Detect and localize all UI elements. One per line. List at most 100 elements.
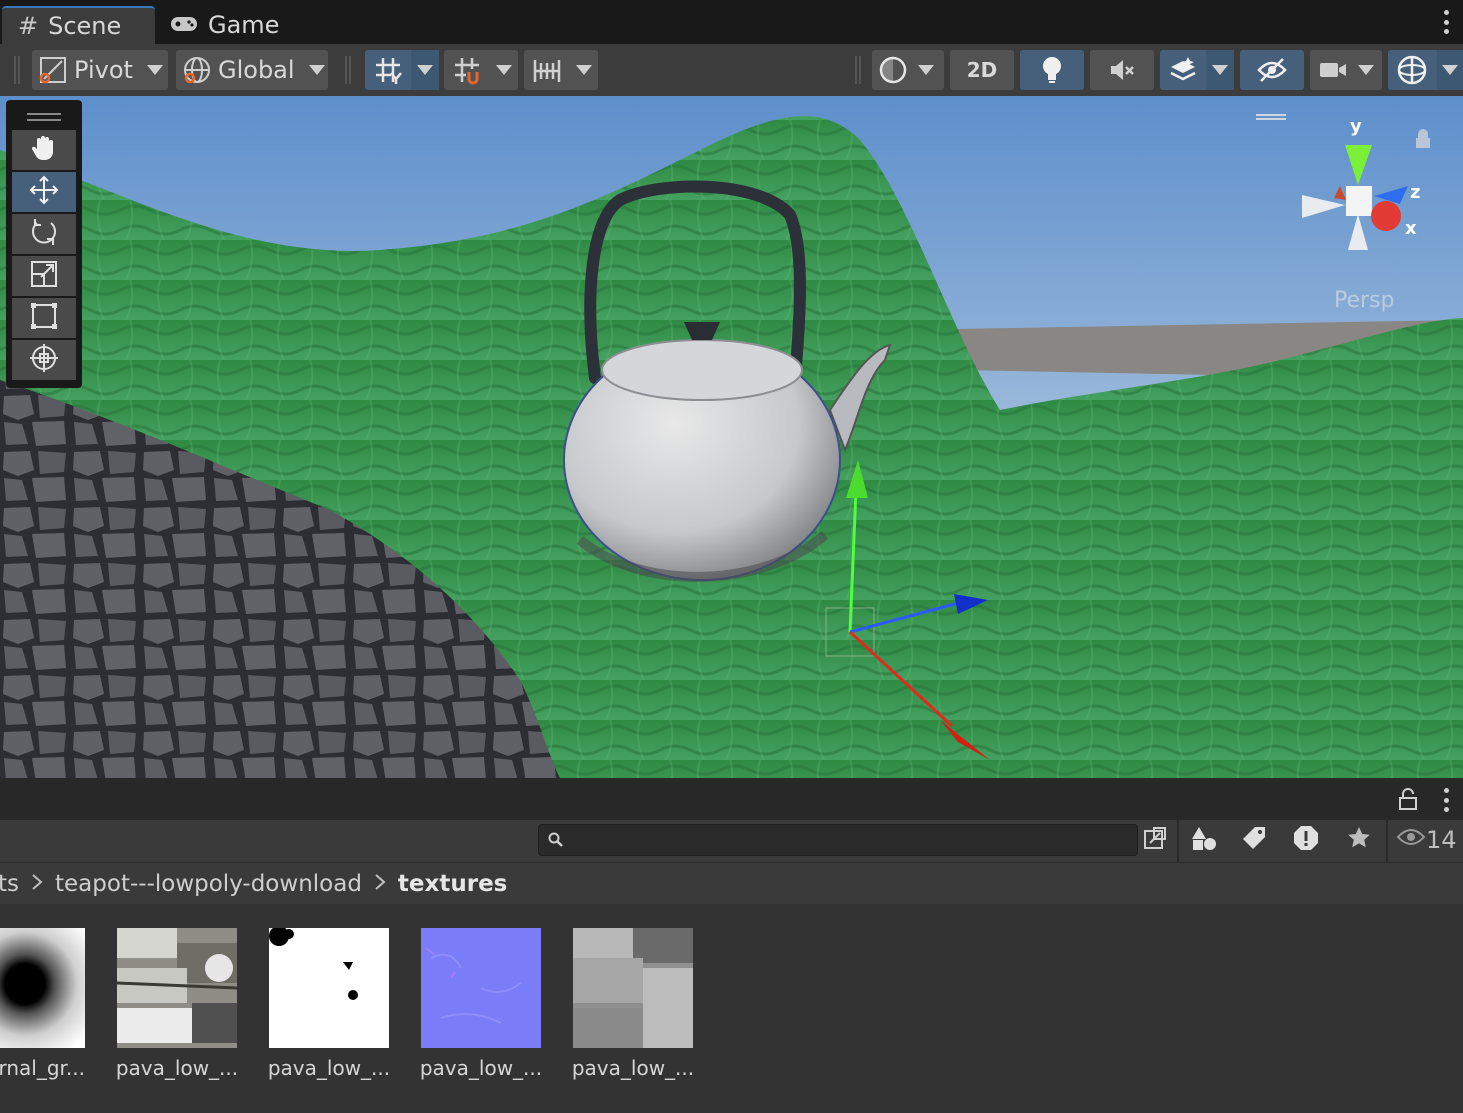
asset-thumbnail[interactable]	[421, 928, 541, 1048]
chevron-right-icon	[374, 871, 386, 897]
hash-icon: #	[18, 12, 39, 40]
rect-tool-button[interactable]	[12, 298, 76, 338]
asset-label: pava_low_...	[571, 1056, 695, 1080]
gizmos-dropdown[interactable]	[1437, 50, 1463, 90]
grid-dropdown[interactable]	[411, 50, 439, 90]
divider	[1386, 820, 1388, 862]
toolbar-grip[interactable]	[14, 56, 20, 84]
scene-toolbar: Pivot Global 2D	[0, 44, 1463, 96]
rotate-icon	[29, 217, 59, 251]
gizmo-axis-z[interactable]: z	[1410, 182, 1420, 203]
open-external-icon	[1142, 825, 1168, 855]
search-by-type-button[interactable]	[1188, 824, 1220, 856]
audio-mute-icon	[1107, 55, 1137, 85]
log-type-filter-button[interactable]	[1290, 824, 1322, 856]
chevron-down-icon	[496, 65, 512, 75]
chevron-down-icon	[1442, 65, 1458, 75]
project-search-input[interactable]	[538, 824, 1138, 856]
increment-snapping-button[interactable]	[524, 50, 598, 90]
star-icon	[1346, 825, 1372, 855]
grid-snap-icon	[452, 55, 482, 85]
global-label: Global	[218, 56, 295, 84]
tab-scene[interactable]: # Scene	[2, 6, 155, 44]
chevron-down-icon	[417, 65, 433, 75]
asset-thumbnail[interactable]	[0, 928, 85, 1048]
scene-visibility-toggle[interactable]	[1240, 50, 1304, 90]
tab-scene-label: Scene	[48, 12, 122, 40]
asset-thumbnail[interactable]	[573, 928, 693, 1048]
chevron-down-icon	[1212, 65, 1228, 75]
transform-icon	[28, 342, 60, 378]
chevron-down-icon	[146, 65, 163, 75]
shading-mode-icon	[878, 55, 908, 85]
asset-label: pava_low_...	[115, 1056, 239, 1080]
visibility-count: 14	[1426, 826, 1457, 854]
search-by-label-button[interactable]	[1238, 824, 1270, 856]
hand-icon	[29, 133, 59, 167]
lighting-toggle[interactable]	[1020, 50, 1084, 90]
hidden-packages-toggle[interactable]: 14	[1396, 826, 1457, 854]
breadcrumb: ts teapot---lowpoly-download textures	[0, 862, 1463, 904]
eye-icon	[1396, 826, 1426, 854]
toolbar-grip[interactable]	[345, 56, 351, 84]
chevron-down-icon	[918, 65, 934, 75]
project-more-options-icon[interactable]	[1443, 788, 1449, 812]
toolbar-grip[interactable]	[855, 56, 861, 84]
chevron-down-icon	[308, 65, 325, 75]
projection-mode-label[interactable]: Persp	[1334, 288, 1395, 313]
draw-mode-dropdown[interactable]	[872, 50, 944, 90]
scale-icon	[29, 259, 59, 293]
toggle-2d-label: 2D	[966, 58, 998, 82]
breadcrumb-item-textures[interactable]: textures	[398, 871, 507, 897]
rect-icon	[29, 301, 59, 335]
search-icon	[547, 831, 565, 853]
favorites-button[interactable]	[1343, 824, 1375, 856]
scene-render	[0, 96, 1463, 778]
lock-icon[interactable]	[1398, 788, 1418, 814]
camera-icon	[1318, 55, 1348, 85]
grid-snapping-button[interactable]	[444, 50, 518, 90]
breadcrumb-item-teapot[interactable]: teapot---lowpoly-download	[55, 871, 362, 897]
hand-tool-button[interactable]	[12, 130, 76, 170]
toggle-2d-button[interactable]: 2D	[950, 50, 1014, 90]
tools-overlay	[6, 100, 82, 388]
more-options-icon[interactable]	[1443, 10, 1449, 34]
warning-icon	[1292, 824, 1320, 856]
effects-toggle[interactable]	[1160, 50, 1234, 90]
asset-thumbnail[interactable]	[117, 928, 237, 1048]
effects-dropdown[interactable]	[1206, 50, 1234, 90]
pivot-label: Pivot	[74, 56, 133, 84]
scene-viewport[interactable]: y z x Persp	[0, 96, 1463, 778]
tag-icon	[1241, 825, 1267, 855]
asset-label: rnal_gr...	[0, 1056, 85, 1080]
breadcrumb-item-assets[interactable]: ts	[0, 871, 19, 897]
gizmo-axis-x[interactable]: x	[1405, 218, 1417, 239]
gizmo-axis-y[interactable]: y	[1350, 116, 1362, 137]
pivot-dropdown[interactable]: Pivot	[32, 50, 168, 90]
grid-visibility-button[interactable]	[365, 50, 439, 90]
transform-tool-button[interactable]	[12, 340, 76, 380]
lightbulb-icon	[1039, 55, 1065, 85]
search-in-scene-button[interactable]	[1139, 824, 1171, 856]
scale-tool-button[interactable]	[12, 256, 76, 296]
asset-thumbnail[interactable]	[269, 928, 389, 1048]
tab-game-label: Game	[208, 11, 280, 39]
texture-roughness-image	[573, 928, 693, 1048]
grid-snap-dropdown[interactable]	[490, 65, 518, 75]
rotate-tool-button[interactable]	[12, 214, 76, 254]
overlay-drag-handle[interactable]	[12, 106, 76, 128]
texture-diffuse-image	[117, 928, 237, 1048]
asset-label: pava_low_...	[419, 1056, 543, 1080]
move-icon	[28, 174, 60, 210]
audio-toggle[interactable]	[1090, 50, 1154, 90]
tab-game[interactable]: Game	[170, 6, 290, 44]
ruler-icon	[532, 55, 562, 85]
camera-dropdown[interactable]	[1310, 50, 1382, 90]
move-tool-button[interactable]	[12, 172, 76, 212]
increment-snap-dropdown[interactable]	[570, 65, 598, 75]
gizmos-toggle[interactable]	[1388, 50, 1463, 90]
chevron-down-icon	[576, 65, 592, 75]
gizmo-globe-icon	[1396, 54, 1428, 86]
chevron-down-icon	[1358, 65, 1374, 75]
global-dropdown[interactable]: Global	[176, 50, 328, 90]
